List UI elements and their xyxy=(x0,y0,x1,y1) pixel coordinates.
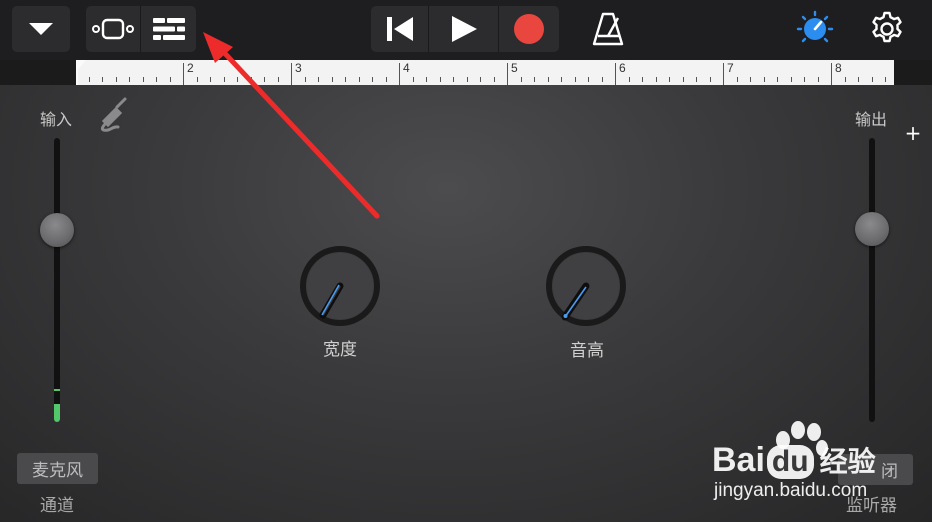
baidu-brand-du: du xyxy=(766,445,814,479)
baidu-url: jingyan.baidu.com xyxy=(714,480,868,501)
bar-number: 2 xyxy=(187,61,194,75)
view-toggle-group xyxy=(86,6,196,52)
metronome-icon xyxy=(592,12,624,46)
master-effects-button[interactable] xyxy=(794,8,836,50)
input-level-slider[interactable] xyxy=(54,138,60,422)
bar-ruler: 2 3 4 5 6 7 8 xyxy=(76,60,894,85)
baidu-brand-jingyan: 经验 xyxy=(819,445,876,478)
timeline-ruler[interactable]: 2 3 4 5 6 7 8 + xyxy=(0,60,932,145)
bar-number: 6 xyxy=(619,61,626,75)
bar-number: 5 xyxy=(511,61,518,75)
input-label: 输入 xyxy=(40,110,73,129)
output-level-slider[interactable] xyxy=(869,138,875,422)
tracks-view-button[interactable] xyxy=(86,6,141,52)
input-slider-knob[interactable] xyxy=(40,213,74,247)
tracks-view-icon xyxy=(92,18,134,40)
pitch-knob-label: 音高 xyxy=(570,341,604,361)
go-to-beginning-icon xyxy=(386,17,413,41)
bar-number: 4 xyxy=(403,61,410,75)
baidu-brand-bai: Bai xyxy=(712,441,765,479)
input-settings-button[interactable] xyxy=(96,94,132,134)
output-slider-knob[interactable] xyxy=(855,212,889,246)
add-section-button[interactable]: + xyxy=(899,120,927,145)
knob-icon xyxy=(796,10,834,43)
input-peak-indicator xyxy=(54,389,60,391)
output-label: 输出 xyxy=(855,110,888,129)
record-icon xyxy=(514,14,544,44)
knob-dial xyxy=(300,246,380,326)
top-toolbar xyxy=(0,0,932,60)
record-button[interactable] xyxy=(499,6,559,52)
pitch-knob[interactable] xyxy=(545,245,627,327)
input-level-meter xyxy=(54,404,60,422)
bar-number: 7 xyxy=(727,61,734,75)
settings-button[interactable] xyxy=(866,8,908,50)
playhead-flag[interactable] xyxy=(76,60,86,72)
chevron-down-icon xyxy=(29,23,53,35)
microphone-button[interactable]: 麦克风 xyxy=(17,453,98,484)
go-to-beginning-button[interactable] xyxy=(371,6,429,52)
width-knob-label: 宽度 xyxy=(323,340,357,360)
metronome-button[interactable] xyxy=(588,8,628,50)
gear-icon xyxy=(872,11,902,43)
channel-label: 通道 xyxy=(40,496,74,516)
play-icon xyxy=(451,16,477,42)
baidu-watermark: Bai du 经验 jingyan.baidu.com xyxy=(712,420,912,515)
width-knob[interactable] xyxy=(299,245,381,327)
instrument-jack-icon xyxy=(100,97,127,132)
transport-controls xyxy=(371,6,559,52)
menu-button[interactable] xyxy=(12,6,70,52)
track-controls-icon xyxy=(152,18,185,40)
play-button[interactable] xyxy=(429,6,499,52)
garageband-audio-recorder: 2 3 4 5 6 7 8 + 输入 输出 宽度 音高 麦克风 通道 闭 监听器… xyxy=(0,0,932,522)
bar-number: 3 xyxy=(295,61,302,75)
track-controls-button[interactable] xyxy=(141,6,196,52)
bar-number: 8 xyxy=(835,61,842,75)
knob-dial xyxy=(546,246,626,326)
